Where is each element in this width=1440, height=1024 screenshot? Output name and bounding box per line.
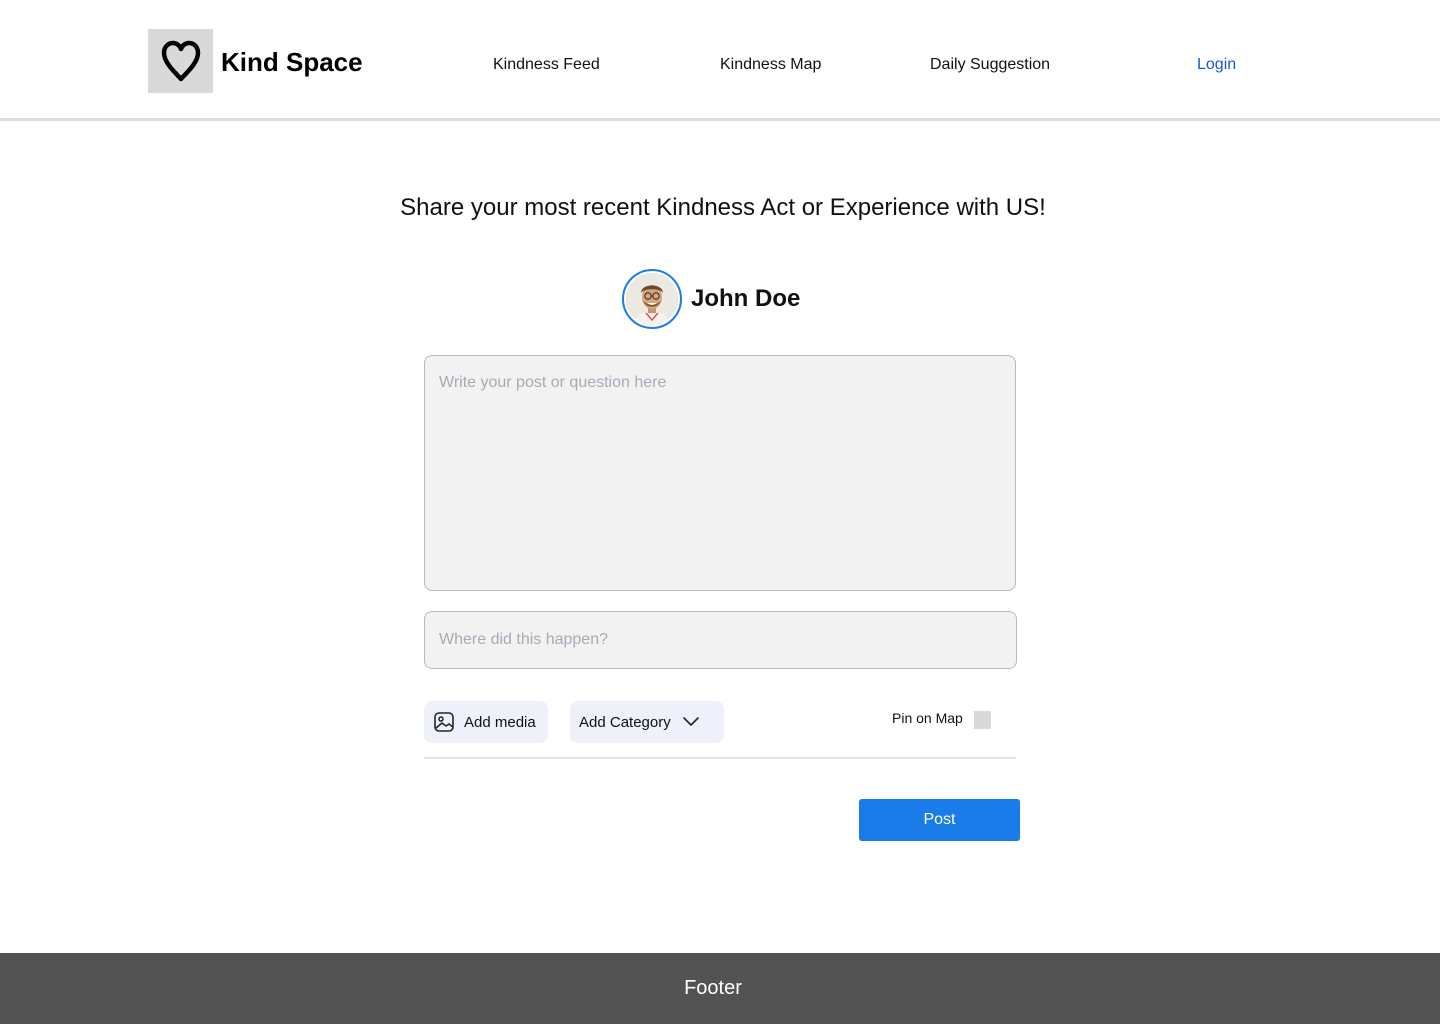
logo[interactable]: [148, 29, 213, 93]
site-header: Kind Space Kindness Feed Kindness Map Da…: [0, 0, 1440, 121]
pin-on-map-label: Pin on Map: [892, 710, 963, 726]
user-identity: John Doe: [622, 269, 800, 329]
add-category-dropdown[interactable]: Add Category: [570, 701, 724, 743]
page-title: Share your most recent Kindness Act or E…: [400, 194, 1046, 221]
post-button[interactable]: Post: [859, 799, 1020, 841]
heart-icon: [161, 40, 200, 82]
location-input[interactable]: [424, 611, 1017, 669]
pin-on-map-checkbox[interactable]: [974, 711, 991, 729]
footer-label: Footer: [684, 977, 742, 999]
post-textarea[interactable]: [424, 355, 1016, 591]
login-link[interactable]: Login: [1197, 56, 1236, 74]
image-icon: [434, 712, 454, 732]
avatar-photo: [626, 273, 678, 325]
divider: [424, 757, 1016, 759]
add-category-label: Add Category: [579, 713, 671, 731]
nav-kindness-feed[interactable]: Kindness Feed: [493, 56, 600, 74]
nav-daily-suggestion[interactable]: Daily Suggestion: [930, 56, 1050, 74]
nav-kindness-map[interactable]: Kindness Map: [720, 56, 821, 74]
add-media-button[interactable]: Add media: [424, 701, 548, 743]
site-footer: Footer: [0, 953, 1440, 1024]
chevron-down-icon: [682, 717, 699, 726]
avatar: [622, 269, 682, 329]
user-name: John Doe: [691, 285, 801, 312]
brand-name: Kind Space: [221, 47, 363, 77]
add-media-label: Add media: [464, 713, 536, 731]
